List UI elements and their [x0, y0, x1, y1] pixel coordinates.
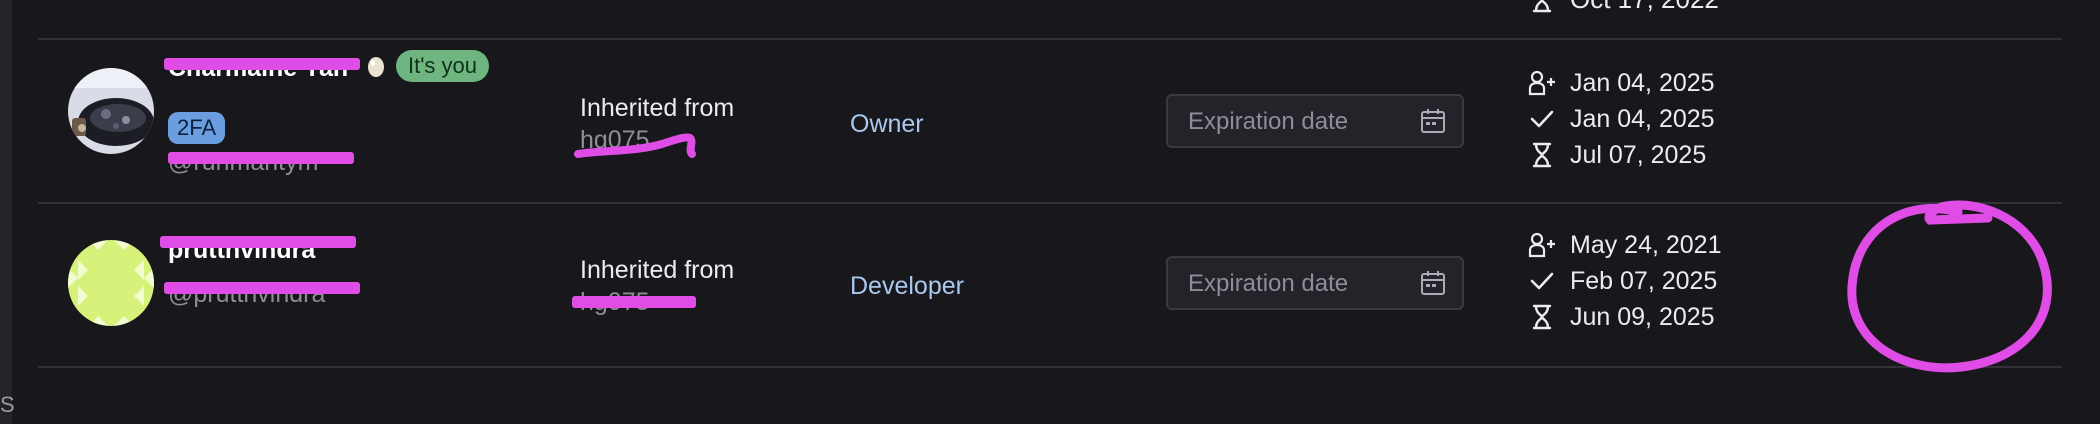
inherited-group-link[interactable]: hg075 [580, 126, 650, 155]
expiration-date-input[interactable]: Expiration date [1166, 256, 1464, 310]
redaction-mark [168, 152, 354, 164]
its-you-badge: It's you [396, 50, 490, 82]
table-row: Charmaine Yan It's you 2FA @ruhmantym In… [38, 40, 2062, 204]
avatar[interactable] [68, 240, 154, 326]
calendar-icon[interactable] [1420, 108, 1446, 134]
edge-character: S [0, 392, 15, 417]
row-actions[interactable] [1838, 224, 2058, 354]
calendar-icon[interactable] [1420, 270, 1446, 296]
table-row: prutthvindra @prutthvindra Inherited fro… [38, 204, 2062, 368]
last-activity-date: Jan 04, 2025 [1570, 105, 1715, 133]
inherited-from-label: Inherited from [580, 94, 735, 122]
hourglass-icon [1532, 142, 1552, 168]
access-granted-date: Jan 04, 2025 [1570, 69, 1715, 97]
check-icon [1530, 110, 1554, 128]
last-activity-date: Feb 07, 2025 [1570, 267, 1718, 295]
last-activity-line: Jan 04, 2025 [1528, 102, 1828, 136]
person-add-icon [1528, 70, 1555, 96]
expiration-placeholder: Expiration date [1188, 108, 1349, 135]
expiration-date-input[interactable]: Expiration date [1166, 94, 1464, 148]
last-activity-line: Feb 07, 2025 [1528, 264, 1828, 298]
redaction-mark [572, 296, 696, 308]
person-add-icon [1528, 232, 1555, 258]
expires-date: Jul 07, 2025 [1570, 141, 1707, 169]
access-granted-date: May 24, 2021 [1570, 231, 1722, 259]
expires-date: Jun 09, 2025 [1570, 303, 1715, 331]
check-icon [1530, 272, 1554, 290]
hourglass-icon [1532, 304, 1552, 330]
redaction-mark [164, 282, 360, 294]
redaction-mark [160, 236, 356, 248]
expires-date: Oct 17, 2022 [1570, 0, 1719, 12]
egg-icon [368, 57, 384, 77]
2fa-badge: 2FA [168, 112, 226, 144]
inherited-from-label: Inherited from [580, 256, 735, 284]
access-granted-line: Jan 04, 2025 [1528, 66, 1828, 100]
expiration-placeholder: Expiration date [1188, 270, 1349, 297]
hourglass-icon [1532, 0, 1552, 13]
table-row-partial: Oct 17, 2022 [38, 0, 2062, 40]
redaction-mark [164, 58, 360, 70]
avatar[interactable] [68, 68, 154, 154]
role-link[interactable]: Developer [850, 272, 964, 301]
role-link[interactable]: Owner [850, 110, 924, 139]
left-edge-strip [0, 0, 12, 424]
row-actions[interactable] [1838, 60, 2058, 190]
access-granted-line: May 24, 2021 [1528, 228, 1828, 262]
members-table: Oct 17, 2022 Charmaine Yan It's you 2FA [38, 0, 2062, 424]
expires-line: Jul 07, 2025 [1528, 138, 1828, 172]
members-table-view: { "edge_char": "S", "members": { "top_fr… [0, 0, 2100, 424]
expires-line: Jun 09, 2025 [1528, 300, 1828, 334]
